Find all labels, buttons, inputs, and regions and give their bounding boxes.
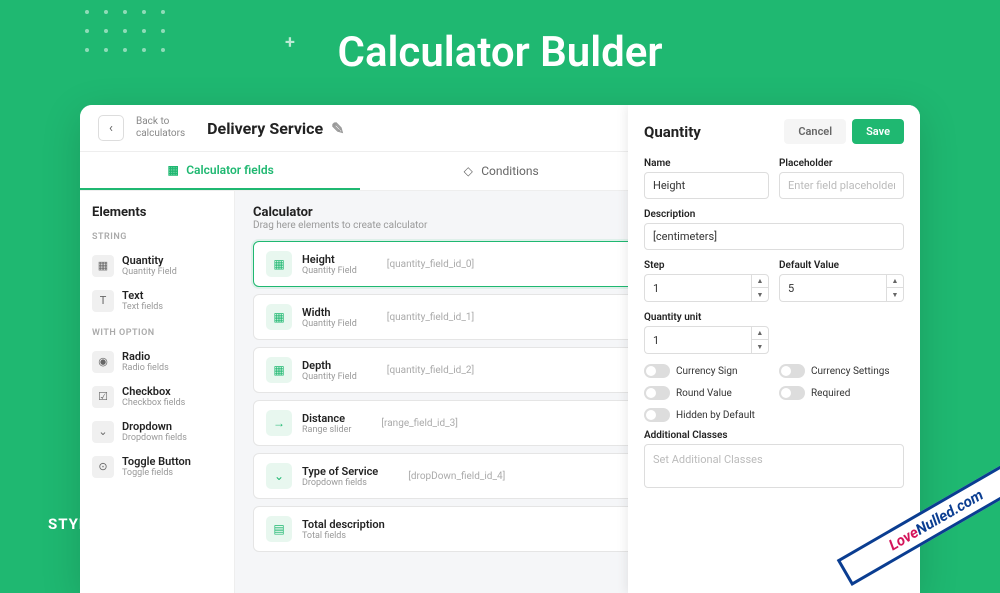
description-label: Description xyxy=(644,209,904,220)
element-radio[interactable]: ◉RadioRadio fields xyxy=(92,344,222,379)
tab-icon: ▦ xyxy=(166,163,180,177)
element-toggle-button[interactable]: ⊙Toggle ButtonToggle fields xyxy=(92,449,222,484)
save-button[interactable]: Save xyxy=(852,119,904,144)
classes-input[interactable] xyxy=(644,444,904,488)
name-input[interactable] xyxy=(644,172,769,199)
toggle-hidden-by-default[interactable]: Hidden by Default xyxy=(644,408,904,422)
plus-icon: + xyxy=(285,32,295,53)
default-stepper[interactable]: ▲▼ xyxy=(779,274,904,302)
field-id: [quantity_field_id_2] xyxy=(387,365,474,376)
default-up-icon[interactable]: ▲ xyxy=(887,275,903,288)
panel-title: Quantity xyxy=(644,123,701,141)
default-label: Default Value xyxy=(779,260,904,271)
back-label: Back to calculators xyxy=(136,116,185,140)
toggle-switch[interactable] xyxy=(644,364,670,378)
field-icon: ▦ xyxy=(266,251,292,277)
element-checkbox[interactable]: ☑CheckboxCheckbox fields xyxy=(92,379,222,414)
step-up-icon[interactable]: ▲ xyxy=(752,275,768,288)
tab-icon: ◇ xyxy=(461,164,475,178)
unit-label: Quantity unit xyxy=(644,312,769,323)
field-id: [dropDown_field_id_4] xyxy=(408,471,505,482)
element-icon: ⌄ xyxy=(92,421,114,443)
field-icon: ⌄ xyxy=(266,463,292,489)
step-label: Step xyxy=(644,260,769,271)
field-id: [quantity_field_id_1] xyxy=(387,312,474,323)
field-id: [range_field_id_3] xyxy=(381,418,458,429)
sidebar-title: Elements xyxy=(92,205,222,220)
classes-label: Additional Classes xyxy=(644,430,904,441)
toggle-currency-settings[interactable]: Currency Settings xyxy=(779,364,904,378)
element-icon: ▦ xyxy=(92,255,114,277)
description-input[interactable] xyxy=(644,223,904,250)
cancel-button[interactable]: Cancel xyxy=(784,119,846,144)
toggle-switch[interactable] xyxy=(644,386,670,400)
hero-title: + Calculator Bulder xyxy=(0,0,1000,77)
element-icon: ☑ xyxy=(92,386,114,408)
page-title: Delivery Service ✎ xyxy=(207,119,344,138)
element-quantity[interactable]: ▦QuantityQuantity Field xyxy=(92,248,222,283)
brand-logo: STYLEMIX themes xyxy=(48,515,128,541)
element-icon: ◉ xyxy=(92,351,114,373)
element-icon: T xyxy=(92,290,114,312)
toggle-switch[interactable] xyxy=(644,408,670,422)
category-label: STRING xyxy=(92,232,222,242)
unit-down-icon[interactable]: ▼ xyxy=(752,340,768,353)
app-window: ‹ Back to calculators Delivery Service ✎… xyxy=(80,105,920,593)
toggle-round-value[interactable]: Round Value xyxy=(644,386,769,400)
field-id: [quantity_field_id_0] xyxy=(387,259,474,270)
back-button[interactable]: ‹ xyxy=(98,115,124,141)
placeholder-input[interactable] xyxy=(779,172,904,199)
name-label: Name xyxy=(644,158,769,169)
toggle-required[interactable]: Required xyxy=(779,386,904,400)
properties-panel: Quantity Cancel Save Name Placeholder De… xyxy=(628,105,920,593)
element-icon: ⊙ xyxy=(92,456,114,478)
field-icon: ▤ xyxy=(266,516,292,542)
category-label: WITH OPTION xyxy=(92,328,222,338)
edit-icon[interactable]: ✎ xyxy=(331,119,344,138)
unit-stepper[interactable]: ▲▼ xyxy=(644,326,769,354)
toggle-switch[interactable] xyxy=(779,386,805,400)
placeholder-label: Placeholder xyxy=(779,158,904,169)
field-icon: ▦ xyxy=(266,357,292,383)
tab-calculator-fields[interactable]: ▦Calculator fields xyxy=(80,152,360,190)
default-down-icon[interactable]: ▼ xyxy=(887,288,903,301)
step-stepper[interactable]: ▲▼ xyxy=(644,274,769,302)
field-icon: ▦ xyxy=(266,304,292,330)
tab-conditions[interactable]: ◇Conditions xyxy=(360,152,640,190)
unit-up-icon[interactable]: ▲ xyxy=(752,327,768,340)
footer-text: WordPress Cost Calculator Plugin xyxy=(670,525,880,541)
field-icon: → xyxy=(266,410,292,436)
toggle-switch[interactable] xyxy=(779,364,805,378)
element-text[interactable]: TTextText fields xyxy=(92,283,222,318)
step-down-icon[interactable]: ▼ xyxy=(752,288,768,301)
element-dropdown[interactable]: ⌄DropdownDropdown fields xyxy=(92,414,222,449)
toggle-currency-sign[interactable]: Currency Sign xyxy=(644,364,769,378)
